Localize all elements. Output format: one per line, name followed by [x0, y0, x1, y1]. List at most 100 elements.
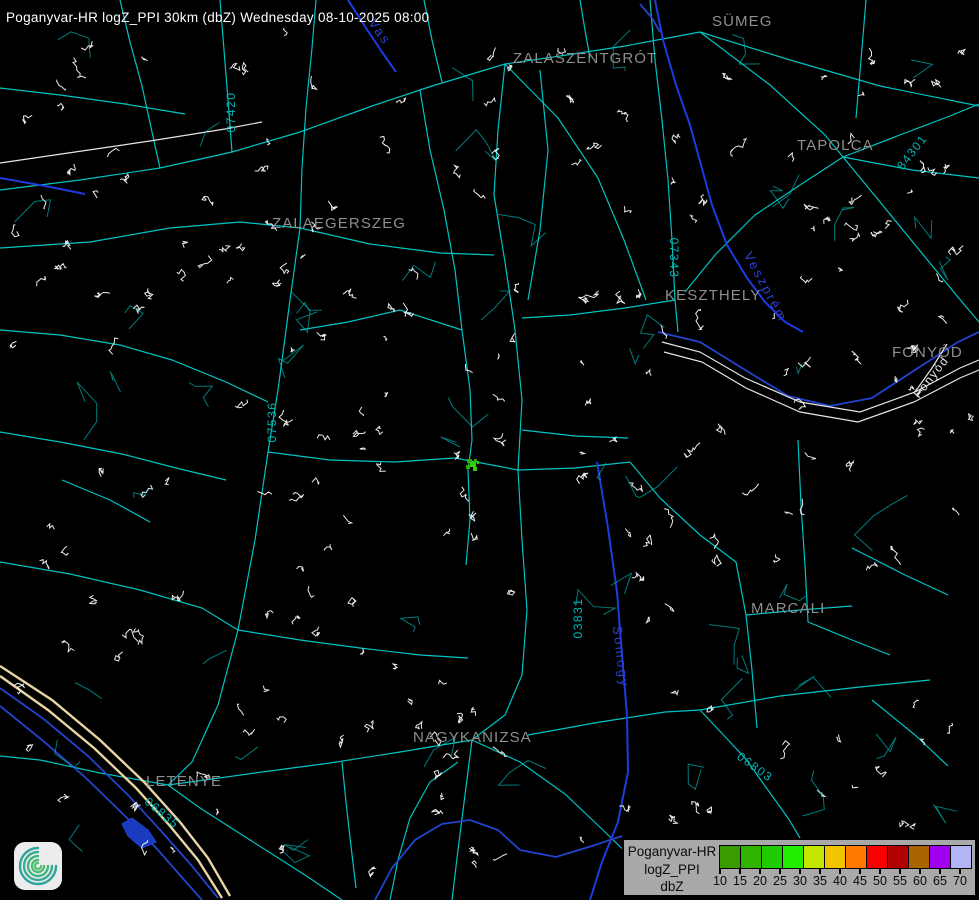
village-mark — [393, 664, 397, 669]
legend-color-cell — [845, 845, 867, 869]
legend-tick-value: 30 — [793, 874, 807, 888]
minor-road-line — [876, 734, 896, 759]
village-mark — [460, 487, 469, 502]
village-mark — [26, 745, 32, 752]
minor-road-line — [456, 130, 496, 161]
village-mark — [12, 225, 19, 237]
village-mark — [317, 435, 330, 440]
village-mark — [57, 80, 66, 90]
village-mark — [236, 244, 245, 251]
legend-color-cell — [950, 845, 972, 869]
village-mark — [846, 461, 854, 472]
minor-road-line — [855, 495, 908, 551]
village-mark — [498, 354, 500, 360]
village-mark — [140, 485, 152, 497]
village-mark — [57, 104, 64, 111]
road-number-label: 07343 — [667, 238, 681, 279]
road-line — [420, 90, 462, 330]
road-line — [462, 330, 472, 470]
minor-road-line — [481, 291, 510, 320]
village-mark — [439, 680, 447, 684]
minor-road-line — [15, 200, 51, 222]
city-label: FONYÓD — [892, 344, 963, 361]
road-line — [675, 300, 678, 332]
village-mark — [646, 370, 651, 376]
city-label: KESZTHELY — [665, 287, 761, 304]
legend-title-block: Poganyvar-HR logZ_PPI dbZ — [626, 843, 718, 896]
village-mark — [664, 509, 673, 528]
legend-tick-value: 15 — [733, 874, 747, 888]
road-line — [472, 64, 527, 740]
legend-tick-value: 45 — [853, 874, 867, 888]
village-mark — [804, 204, 818, 210]
village-mark — [230, 64, 240, 71]
village-mark — [122, 629, 138, 641]
village-mark — [134, 628, 144, 644]
minor-road-line — [448, 397, 488, 427]
road-line — [268, 452, 518, 470]
met-spiral-logo-icon — [13, 841, 63, 891]
road-line — [0, 562, 238, 630]
village-mark — [665, 604, 674, 612]
city-label: NAGYKANIZSA — [413, 729, 532, 746]
village-mark — [308, 586, 314, 597]
legend-color-cell — [761, 845, 783, 869]
water-body — [122, 818, 156, 848]
village-mark — [22, 115, 32, 123]
village-mark — [165, 478, 169, 485]
legend-color-cell — [803, 845, 825, 869]
village-mark — [227, 278, 234, 284]
minor-road-line — [441, 437, 460, 447]
road-line — [856, 0, 866, 118]
village-mark — [58, 794, 68, 802]
village-mark — [958, 50, 965, 55]
village-mark — [696, 309, 704, 330]
village-mark — [324, 544, 332, 550]
village-mark — [142, 57, 148, 61]
village-mark — [944, 164, 950, 174]
village-mark — [279, 845, 284, 853]
village-mark — [10, 341, 16, 347]
village-mark — [183, 242, 188, 248]
village-mark — [699, 195, 707, 205]
radar-screen: Poganyvar-HR logZ_PPI 30km (dbZ) Wednesd… — [0, 0, 979, 900]
village-mark — [61, 546, 68, 555]
village-mark — [798, 357, 811, 367]
radar-product-title: Poganyvar-HR logZ_PPI 30km (dbZ) Wednesd… — [6, 10, 429, 25]
minor-road-line — [189, 383, 213, 408]
village-mark — [133, 305, 144, 313]
city-label: ZALAEGERSZEG — [272, 215, 406, 232]
city-label: LETENYE — [146, 773, 222, 790]
village-mark — [907, 190, 912, 193]
road-line — [528, 710, 700, 735]
legend-colorbar: 10152025303540455055606570 — [719, 845, 975, 888]
village-mark — [784, 369, 789, 376]
legend-color-cell — [824, 845, 846, 869]
minor-road-line — [200, 123, 219, 147]
village-mark — [172, 591, 183, 601]
village-mark — [47, 524, 55, 530]
village-mark — [343, 515, 351, 523]
village-mark — [37, 276, 46, 286]
village-mark — [647, 617, 650, 623]
village-mark — [950, 430, 954, 434]
village-mark — [712, 555, 721, 566]
village-mark — [263, 686, 268, 692]
village-mark — [905, 80, 916, 88]
village-mark — [637, 289, 641, 298]
village-mark — [632, 573, 644, 581]
radar-map — [0, 0, 979, 900]
road-line — [238, 630, 468, 658]
minor-road-line — [688, 764, 704, 789]
village-mark — [587, 143, 602, 149]
village-mark — [692, 802, 700, 814]
village-mark — [216, 809, 218, 814]
legend-tick-value: 20 — [753, 874, 767, 888]
legend-tick-values: 10152025303540455055606570 — [719, 874, 975, 888]
village-mark — [457, 713, 463, 723]
minor-road-line — [285, 840, 308, 851]
village-mark — [63, 241, 71, 250]
village-mark — [108, 148, 120, 157]
village-mark — [850, 233, 860, 241]
road-line — [518, 462, 660, 498]
